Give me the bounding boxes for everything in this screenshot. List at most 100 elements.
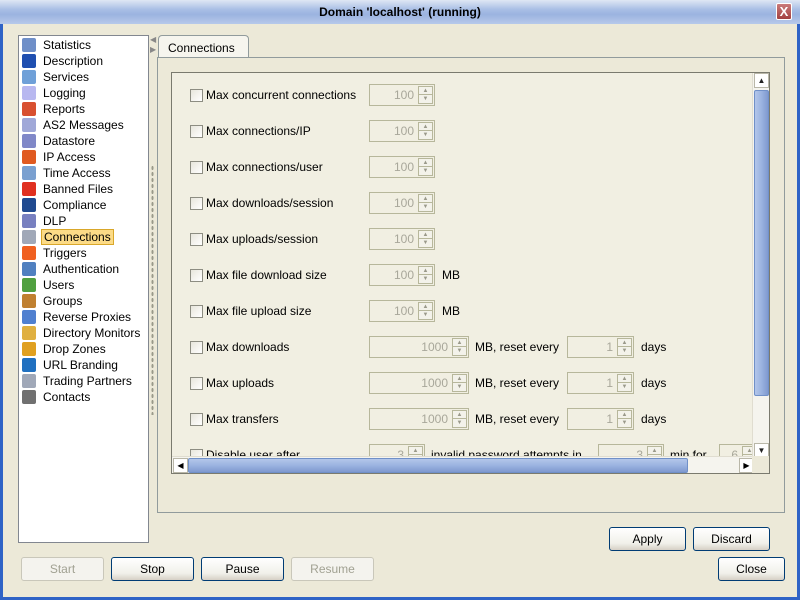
spinner-buttons[interactable]: ▲▼	[617, 338, 632, 356]
sidebar-item-banned-files[interactable]: Banned Files	[22, 181, 115, 197]
value-spinner[interactable]: 100 ▲ ▼	[369, 264, 435, 286]
spin-up-icon[interactable]: ▲	[648, 447, 661, 455]
sidebar-item-authentication[interactable]: Authentication	[22, 261, 121, 277]
spin-down-icon[interactable]: ▼	[453, 383, 466, 391]
spinner-buttons[interactable]: ▲▼	[418, 266, 433, 284]
start-button[interactable]: Start	[21, 557, 104, 581]
sidebar-item-directory-monitors[interactable]: Directory Monitors	[22, 325, 142, 341]
spin-down-icon[interactable]: ▼	[419, 311, 432, 319]
spin-up-icon[interactable]: ▲	[453, 375, 466, 383]
spin-up-icon[interactable]: ▲	[618, 375, 631, 383]
spin-up-icon[interactable]: ▲	[618, 411, 631, 419]
sidebar-item-users[interactable]: Users	[22, 277, 76, 293]
collapse-left-icon[interactable]: ◀	[150, 35, 156, 44]
spin-up-icon[interactable]: ▲	[419, 267, 432, 275]
setting-checkbox[interactable]	[190, 268, 203, 282]
sidebar-item-reports[interactable]: Reports	[22, 101, 87, 117]
spinner-buttons[interactable]: ▲▼	[617, 410, 632, 428]
apply-button[interactable]: Apply	[609, 527, 686, 551]
close-button[interactable]: Close	[718, 557, 785, 581]
spin-down-icon[interactable]: ▼	[618, 419, 631, 427]
value-spinner[interactable]: 1000 ▲ ▼	[369, 336, 469, 358]
spinner-buttons[interactable]: ▲▼	[452, 410, 467, 428]
sidebar-item-connections[interactable]: Connections	[22, 229, 114, 245]
value-spinner[interactable]: 1 ▲ ▼	[567, 408, 634, 430]
collapse-right-icon[interactable]: ▶	[150, 45, 156, 54]
spin-up-icon[interactable]: ▲	[419, 303, 432, 311]
spin-down-icon[interactable]: ▼	[453, 419, 466, 427]
spin-down-icon[interactable]: ▼	[453, 347, 466, 355]
spin-down-icon[interactable]: ▼	[419, 131, 432, 139]
sidebar-item-reverse-proxies[interactable]: Reverse Proxies	[22, 309, 133, 325]
sidebar-item-contacts[interactable]: Contacts	[22, 389, 92, 405]
setting-checkbox[interactable]	[190, 376, 203, 390]
spinner-buttons[interactable]: ▲▼	[452, 338, 467, 356]
value-spinner[interactable]: 1000 ▲ ▼	[369, 372, 469, 394]
value-spinner[interactable]: 1000 ▲ ▼	[369, 408, 469, 430]
setting-checkbox[interactable]	[190, 124, 203, 138]
sidebar-item-compliance[interactable]: Compliance	[22, 197, 108, 213]
spin-down-icon[interactable]: ▼	[419, 167, 432, 175]
pause-button[interactable]: Pause	[201, 557, 284, 581]
scroll-up-button[interactable]: ▲	[754, 73, 769, 88]
sidebar-item-groups[interactable]: Groups	[22, 293, 84, 309]
sidebar-tree[interactable]: Statistics Description Services Logging Repo…	[18, 35, 149, 543]
setting-checkbox[interactable]	[190, 340, 203, 354]
spin-up-icon[interactable]: ▲	[453, 339, 466, 347]
spin-down-icon[interactable]: ▼	[419, 239, 432, 247]
spin-down-icon[interactable]: ▼	[618, 347, 631, 355]
sidebar-item-services[interactable]: Services	[22, 69, 91, 85]
spin-down-icon[interactable]: ▼	[419, 203, 432, 211]
spin-up-icon[interactable]: ▲	[453, 411, 466, 419]
spinner-buttons[interactable]: ▲▼	[418, 122, 433, 140]
sidebar-item-url-branding[interactable]: URL Branding	[22, 357, 120, 373]
setting-checkbox[interactable]	[190, 304, 203, 318]
stop-button[interactable]: Stop	[111, 557, 194, 581]
sidebar-item-ip-access[interactable]: IP Access	[22, 149, 97, 165]
sidebar-item-dlp[interactable]: DLP	[22, 213, 68, 229]
value-spinner[interactable]: 100 ▲ ▼	[369, 192, 435, 214]
horizontal-scrollbar[interactable]: ◀ ▶	[172, 456, 754, 473]
spinner-buttons[interactable]: ▲▼	[418, 158, 433, 176]
sidebar-item-statistics[interactable]: Statistics	[22, 37, 93, 53]
setting-checkbox[interactable]	[190, 412, 203, 426]
spin-up-icon[interactable]: ▲	[419, 123, 432, 131]
value-spinner[interactable]: 1 ▲ ▼	[567, 372, 634, 394]
spin-up-icon[interactable]: ▲	[618, 339, 631, 347]
spin-up-icon[interactable]: ▲	[409, 447, 422, 455]
horizontal-scroll-thumb[interactable]	[188, 458, 688, 473]
setting-checkbox[interactable]	[190, 196, 203, 210]
value-spinner[interactable]: 100 ▲ ▼	[369, 228, 435, 250]
close-window-button[interactable]: X	[776, 3, 792, 20]
splitter-handle[interactable]: ◀ ▶	[149, 35, 157, 543]
spin-down-icon[interactable]: ▼	[419, 95, 432, 103]
spinner-buttons[interactable]: ▲▼	[418, 194, 433, 212]
value-spinner[interactable]: 1 ▲ ▼	[567, 336, 634, 358]
scroll-left-button[interactable]: ◀	[173, 458, 188, 473]
vertical-scrollbar[interactable]: ▲ ▼	[752, 73, 769, 458]
resume-button[interactable]: Resume	[291, 557, 374, 581]
tab-connections[interactable]: Connections	[158, 35, 249, 58]
sidebar-item-as2-messages[interactable]: AS2 Messages	[22, 117, 126, 133]
vertical-scroll-thumb[interactable]	[754, 90, 769, 396]
spin-up-icon[interactable]: ▲	[419, 159, 432, 167]
spin-up-icon[interactable]: ▲	[419, 87, 432, 95]
spin-up-icon[interactable]: ▲	[419, 195, 432, 203]
spinner-buttons[interactable]: ▲▼	[452, 374, 467, 392]
spin-down-icon[interactable]: ▼	[618, 383, 631, 391]
setting-checkbox[interactable]	[190, 88, 203, 102]
setting-checkbox[interactable]	[190, 232, 203, 246]
value-spinner[interactable]: 100 ▲ ▼	[369, 120, 435, 142]
spinner-buttons[interactable]: ▲▼	[617, 374, 632, 392]
value-spinner[interactable]: 100 ▲ ▼	[369, 84, 435, 106]
spinner-buttons[interactable]: ▲▼	[418, 86, 433, 104]
spinner-buttons[interactable]: ▲▼	[418, 230, 433, 248]
sidebar-item-drop-zones[interactable]: Drop Zones	[22, 341, 108, 357]
sidebar-item-time-access[interactable]: Time Access	[22, 165, 113, 181]
sidebar-item-trading-partners[interactable]: Trading Partners	[22, 373, 134, 389]
spin-up-icon[interactable]: ▲	[419, 231, 432, 239]
value-spinner[interactable]: 100 ▲ ▼	[369, 300, 435, 322]
sidebar-item-datastore[interactable]: Datastore	[22, 133, 97, 149]
sidebar-item-triggers[interactable]: Triggers	[22, 245, 89, 261]
setting-checkbox[interactable]	[190, 160, 203, 174]
